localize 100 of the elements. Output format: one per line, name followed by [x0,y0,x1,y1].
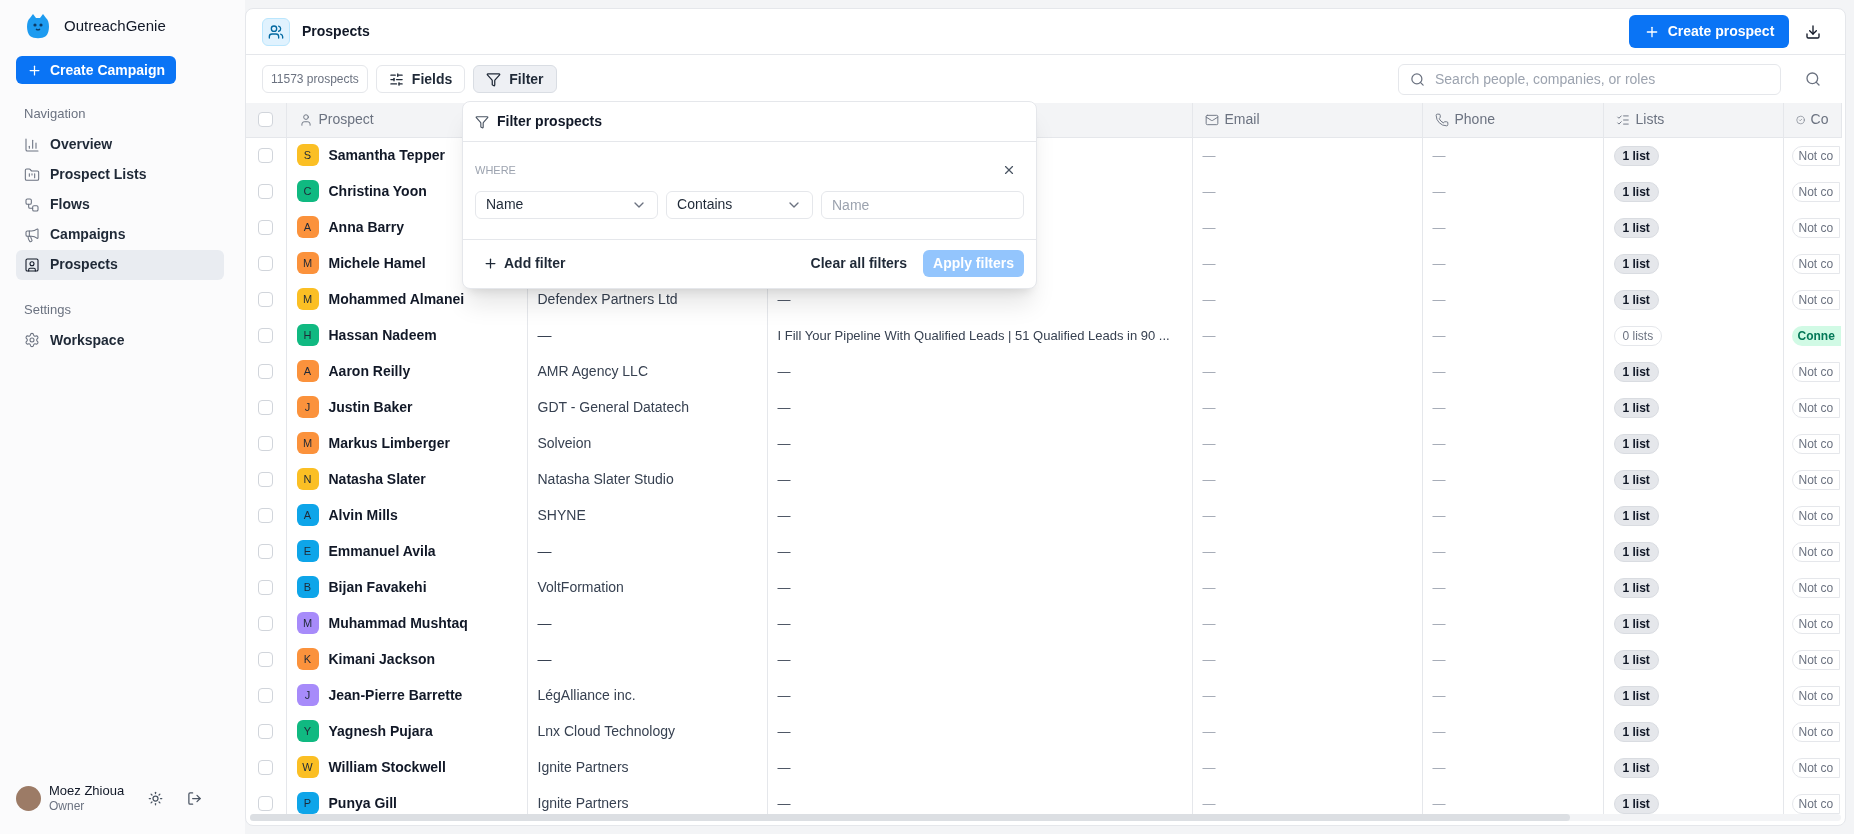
operator-select[interactable]: Contains [666,190,813,219]
connection-status-tag: Not co [1791,290,1841,310]
email-value: — [1202,220,1216,235]
clear-filters-button[interactable]: Clear all filters [810,253,908,274]
checkbox[interactable] [258,291,274,307]
sun-icon[interactable] [148,790,164,806]
nav-item[interactable]: Flows [16,189,224,220]
prospect-name[interactable]: Markus Limberger [328,432,450,454]
field-select[interactable]: Name [475,190,659,219]
checkbox[interactable] [258,471,274,487]
prospect-name[interactable]: Muhammad Mushtaq [328,612,468,634]
prospect-name[interactable]: Jean-Pierre Barrette [328,684,463,706]
column-header[interactable]: Lists [1635,109,1665,131]
mail-icon [1204,112,1219,127]
filter-button[interactable]: Filter [473,65,557,93]
column-header[interactable]: Email [1224,109,1260,131]
connection-status-tag: Not co [1791,686,1841,706]
prospect-name[interactable]: Yagnesh Pujara [328,720,433,742]
checkbox[interactable] [258,723,274,739]
prospect-name[interactable]: Alvin Mills [328,504,398,526]
prospect-name[interactable]: Natasha Slater [328,468,426,490]
prospect-name[interactable]: Samantha Tepper [328,144,445,166]
phone-value: — [1432,364,1446,379]
email-value: — [1202,292,1216,307]
connection-status-tag: Not co [1791,182,1841,202]
checkbox[interactable] [258,687,274,703]
company-name: Solveion [537,435,592,451]
connection-status-tag: Not co [1791,434,1841,454]
checkbox[interactable] [258,327,274,343]
checkbox[interactable] [258,399,274,415]
list-count-tag: 1 list [1613,794,1659,814]
column-header[interactable]: Phone [1454,109,1495,131]
value-input-field[interactable]: Name [821,190,1024,219]
company-name: SHYNE [537,507,586,523]
list-count-tag: 1 list [1613,362,1659,382]
fields-button[interactable]: Fields [375,65,466,93]
nav-item[interactable]: Prospect Lists [16,159,224,190]
checkbox[interactable] [258,255,274,271]
download-icon[interactable] [1805,23,1821,40]
phone-value: — [1432,436,1446,451]
prospect-name[interactable]: Michele Hamel [328,252,426,274]
checkbox[interactable] [258,615,274,631]
prospect-name[interactable]: Justin Baker [328,396,413,418]
phone-value: — [1432,256,1446,271]
prospect-name[interactable]: Christina Yoon [328,180,427,202]
checkbox[interactable] [258,435,274,451]
phone-icon [1434,112,1449,127]
nav-item[interactable]: Prospects [16,249,224,280]
create-prospect-button[interactable]: Create prospect [1629,15,1789,48]
headline-text: — [777,652,791,667]
checkbox[interactable] [258,147,274,163]
filter-icon [475,114,489,129]
search-field[interactable]: Search people, companies, or roles [1398,63,1781,95]
connection-status-tag: Conne [1791,326,1841,346]
checkbox[interactable] [258,651,274,667]
checkbox[interactable] [258,183,274,199]
prospect-name[interactable]: William Stockwell [328,756,446,778]
column-header[interactable]: Prospect [318,109,374,131]
list-count-tag: 1 list [1613,578,1659,598]
company-name: — [537,327,552,343]
checkbox[interactable] [258,363,274,379]
prospect-name[interactable]: Hassan Nadeem [328,324,437,346]
sliders-icon [388,71,404,87]
connection-status-tag: Not co [1791,362,1841,382]
prospect-name[interactable]: Punya Gill [328,792,397,814]
add-filter-button[interactable]: Add filter [475,253,574,274]
headline-text: — [777,364,791,379]
connection-status-tag: Not co [1791,614,1841,634]
nav-item[interactable]: Campaigns [16,219,224,250]
nav-item[interactable]: Workspace [16,325,224,355]
email-value: — [1202,616,1216,631]
list-count-tag: 1 list [1613,146,1659,167]
horizontal-scrollbar[interactable] [250,814,1841,821]
column-header[interactable]: Co [1810,109,1829,131]
checkbox[interactable] [258,543,274,559]
prospect-name[interactable]: Bijan Favakehi [328,576,427,598]
nav-item[interactable]: Overview [16,129,224,160]
checkbox[interactable] [258,579,274,595]
list-count-tag: 1 list [1613,434,1659,454]
checkbox[interactable] [258,507,274,523]
prospect-name[interactable]: Kimani Jackson [328,648,436,670]
search-icon[interactable] [1805,71,1821,87]
prospect-name[interactable]: Emmanuel Avila [328,540,436,562]
prospect-name[interactable]: Mohammed Almanei [328,288,465,310]
checkbox[interactable] [258,219,274,235]
logout-icon[interactable] [187,790,203,806]
connection-status-tag: Not co [1791,398,1841,418]
headline-text: — [777,400,791,415]
checkbox[interactable] [258,112,274,128]
initial-avatar: J [296,684,319,706]
headline-text: — [777,508,791,523]
checkbox[interactable] [258,759,274,775]
connection-status-tag: Not co [1791,146,1841,167]
user-name: Moez Zhioua [49,782,125,799]
email-value: — [1202,688,1216,703]
prospect-name[interactable]: Anna Barry [328,216,404,238]
checkbox[interactable] [258,795,274,811]
prospect-name[interactable]: Aaron Reilly [328,360,411,382]
company-name: GDT - General Datatech [537,399,689,415]
create-campaign-button[interactable]: Create Campaign [16,56,176,84]
